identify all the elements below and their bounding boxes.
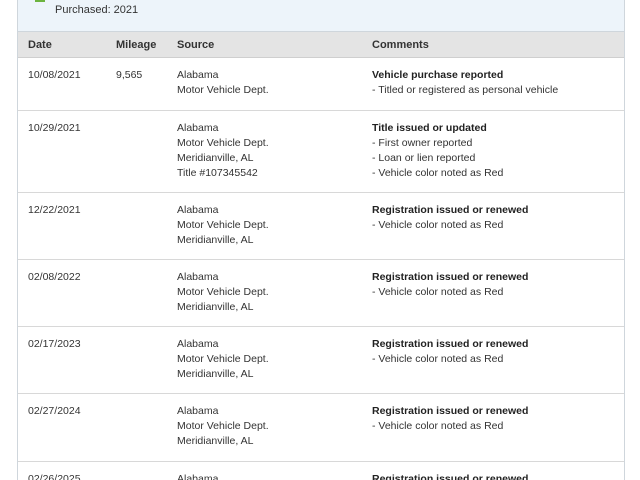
comment-title: Registration issued or renewed (372, 204, 529, 216)
comment-line: - Vehicle color noted as Red (372, 286, 504, 298)
source-line: Motor Vehicle Dept. (177, 353, 269, 365)
row-date: 10/29/2021 (28, 121, 81, 136)
table-row: 02/27/2024 Alabama Motor Vehicle Dept. Meri… (18, 394, 624, 462)
row-date: 02/27/2024 (28, 404, 81, 419)
date-text: 02/26/2025 (28, 473, 81, 480)
date-text: 12/22/2021 (28, 204, 81, 216)
source-line: Alabama (177, 405, 219, 417)
source-line: Motor Vehicle Dept. (177, 286, 269, 298)
comment-title: Registration issued or renewed (372, 271, 529, 283)
row-comments: Registration issued or renewed - Vehicle … (372, 270, 528, 300)
date-text: 02/08/2022 (28, 271, 81, 283)
row-date: 10/08/2021 (28, 68, 81, 83)
row-source: Alabama Motor Vehicle Dept. Meridianville,… (177, 270, 269, 315)
row-comments: Vehicle purchase reported - Titled or reg… (372, 68, 558, 98)
source-line: Meridianville, AL (177, 301, 254, 313)
source-line: Alabama (177, 473, 219, 480)
owner-purchased: Purchased: 2021 (55, 4, 138, 16)
owner-summary: Purchased: 2021 (18, 0, 624, 32)
date-text: 02/27/2024 (28, 405, 81, 417)
table-row: 12/22/2021 Alabama Motor Vehicle Dept. Meri… (18, 193, 624, 260)
vehicle-history-panel: Purchased: 2021 Date Mileage Source Comme… (17, 0, 625, 480)
source-line: Alabama (177, 69, 219, 81)
table-row: 02/26/2025 Alabama Registration issued or … (18, 462, 624, 480)
comment-line: - Titled or registered as personal vehic… (372, 84, 559, 96)
row-date: 02/26/2025 (28, 472, 81, 480)
comment-line: - Vehicle color noted as Red (372, 353, 504, 365)
row-comments: Registration issued or renewed (372, 472, 528, 480)
comment-title: Registration issued or renewed (372, 338, 529, 350)
source-line: Motor Vehicle Dept. (177, 420, 269, 432)
row-date: 02/08/2022 (28, 270, 81, 285)
comment-line: - Loan or lien reported (372, 152, 476, 164)
date-text: 02/17/2023 (28, 338, 81, 350)
row-comments: Registration issued or renewed - Vehicle … (372, 404, 528, 434)
source-line: Meridianville, AL (177, 368, 254, 380)
source-line: Alabama (177, 204, 219, 216)
header-source: Source (177, 39, 215, 51)
source-line: Alabama (177, 271, 219, 283)
comment-title: Registration issued or renewed (372, 473, 529, 480)
purchased-year: 2021 (113, 4, 139, 16)
mileage-text: 9,565 (116, 69, 143, 81)
row-source: Alabama Motor Vehicle Dept. Meridianville,… (177, 203, 269, 248)
purchased-label: Purchased: (55, 4, 111, 16)
source-line: Alabama (177, 338, 219, 350)
comment-line: - Vehicle color noted as Red (372, 219, 504, 231)
table-row: 10/08/2021 9,565 Alabama Motor Vehicle Dept… (18, 58, 624, 111)
row-comments: Title issued or updated - First owner rep… (372, 121, 503, 181)
row-source: Alabama Motor Vehicle Dept. Meridianville,… (177, 404, 269, 449)
row-source: Alabama (177, 472, 218, 480)
comment-title: Vehicle purchase reported (372, 69, 504, 81)
comment-line: - Vehicle color noted as Red (372, 167, 504, 179)
table-header: Date Mileage Source Comments (18, 32, 624, 58)
row-source: Alabama Motor Vehicle Dept. (177, 68, 269, 98)
date-text: 10/08/2021 (28, 69, 81, 81)
header-date: Date (28, 39, 52, 51)
source-line: Motor Vehicle Dept. (177, 219, 269, 231)
date-text: 10/29/2021 (28, 122, 81, 134)
comment-line: - Vehicle color noted as Red (372, 420, 504, 432)
source-line: Meridianville, AL (177, 435, 254, 447)
comment-line: - First owner reported (372, 137, 473, 149)
table-row: 02/17/2023 Alabama Motor Vehicle Dept. Meri… (18, 327, 624, 394)
row-comments: Registration issued or renewed - Vehicle … (372, 337, 528, 367)
row-source: Alabama Motor Vehicle Dept. Meridianville,… (177, 337, 269, 382)
owner-check-icon (35, 0, 45, 2)
header-comments: Comments (372, 39, 429, 51)
row-mileage: 9,565 (116, 68, 142, 83)
source-line: Meridianville, AL (177, 152, 254, 164)
table-row: 10/29/2021 Alabama Motor Vehicle Dept. Meri… (18, 111, 624, 193)
source-line: Meridianville, AL (177, 234, 254, 246)
source-line: Motor Vehicle Dept. (177, 137, 269, 149)
source-line: Motor Vehicle Dept. (177, 84, 269, 96)
header-mileage: Mileage (116, 39, 157, 51)
comment-title: Registration issued or renewed (372, 405, 529, 417)
comment-title: Title issued or updated (372, 122, 487, 134)
row-date: 02/17/2023 (28, 337, 81, 352)
table-row: 02/08/2022 Alabama Motor Vehicle Dept. Meri… (18, 260, 624, 327)
source-line: Alabama (177, 122, 219, 134)
history-rows: 10/08/2021 9,565 Alabama Motor Vehicle Dept… (18, 58, 624, 480)
row-comments: Registration issued or renewed - Vehicle … (372, 203, 528, 233)
row-source: Alabama Motor Vehicle Dept. Meridianville,… (177, 121, 269, 181)
source-line: Title #107345542 (177, 167, 258, 179)
row-date: 12/22/2021 (28, 203, 81, 218)
